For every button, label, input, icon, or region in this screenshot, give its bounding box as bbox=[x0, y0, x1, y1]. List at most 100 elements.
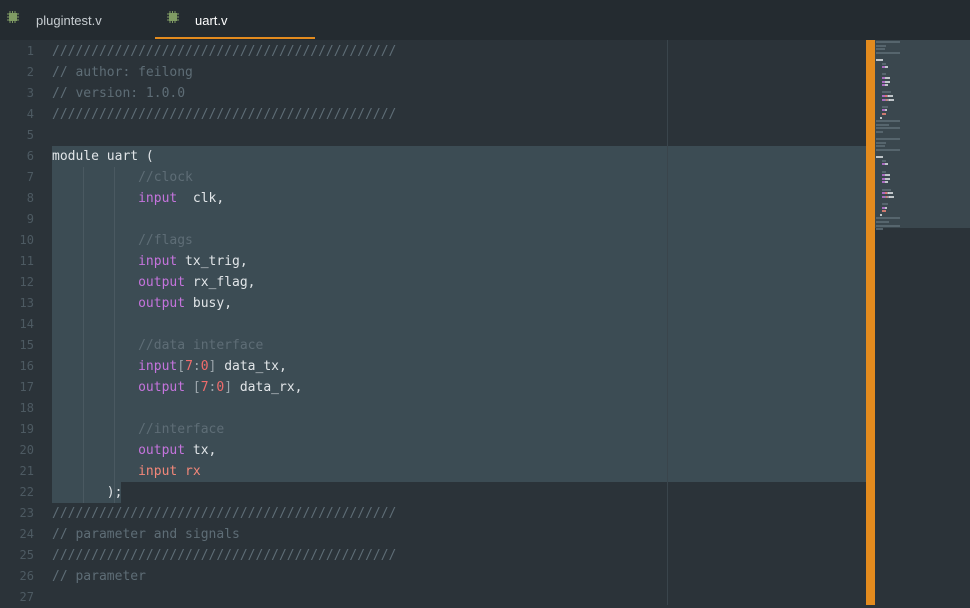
code-token: //data interface bbox=[138, 338, 264, 353]
code-text: //interface bbox=[52, 419, 224, 440]
code-text: output [7:0] data_rx, bbox=[52, 377, 302, 398]
code-token: module bbox=[52, 149, 99, 164]
chip-icon bbox=[167, 11, 179, 23]
minimap-line bbox=[882, 63, 886, 65]
code-text: // parameter and signals bbox=[52, 524, 240, 545]
minimap-line bbox=[880, 214, 882, 216]
code-token: // author: feilong bbox=[52, 65, 193, 80]
line-number: 24 bbox=[19, 527, 34, 541]
tab-bar: plugintest.v uart.v bbox=[0, 0, 970, 40]
code-token: ////////////////////////////////////////… bbox=[52, 107, 397, 122]
code-line: 17 output [7:0] data_rx, bbox=[0, 377, 866, 398]
minimap-line bbox=[876, 45, 886, 47]
line-number: 19 bbox=[19, 422, 34, 436]
wrap-guide bbox=[667, 40, 668, 605]
minimap-line bbox=[882, 73, 886, 75]
code-token: //clock bbox=[138, 170, 193, 185]
minimap-line bbox=[876, 138, 900, 140]
minimap-line bbox=[876, 225, 900, 227]
code-line: 16 input[7:0] data_tx, bbox=[0, 356, 866, 377]
minimap[interactable] bbox=[875, 40, 970, 605]
code-text: //clock bbox=[52, 167, 193, 188]
line-number: 21 bbox=[19, 464, 34, 478]
minimap-line bbox=[882, 171, 886, 173]
code-token: // parameter and signals bbox=[52, 527, 240, 542]
code-token: clk, bbox=[177, 191, 225, 206]
minimap-viewport[interactable] bbox=[875, 40, 970, 228]
code-text: //data interface bbox=[52, 335, 263, 356]
code-line: 10 //flags bbox=[0, 230, 866, 251]
code-token: output bbox=[138, 275, 186, 290]
minimap-line bbox=[876, 131, 883, 133]
code-token: data_rx, bbox=[232, 380, 303, 395]
tab-label: plugintest.v bbox=[36, 12, 102, 28]
code-line: 25 //////////////////////////////////////… bbox=[0, 545, 866, 566]
code-text: // parameter bbox=[52, 566, 146, 587]
code-line: 3 // version: 1.0.0 bbox=[0, 83, 866, 104]
minimap-line bbox=[885, 163, 888, 165]
minimap-line bbox=[876, 145, 885, 147]
code-editor[interactable]: 1 ///////////////////////////////////////… bbox=[0, 40, 866, 605]
code-token: ////////////////////////////////////////… bbox=[52, 548, 397, 563]
code-line: 26 // parameter bbox=[0, 566, 866, 587]
minimap-line bbox=[888, 192, 893, 194]
minimap-line bbox=[876, 149, 900, 151]
line-number: 10 bbox=[19, 233, 34, 247]
minimap-line bbox=[876, 48, 885, 50]
minimap-line bbox=[885, 174, 890, 176]
code-token: rx_flag, bbox=[185, 275, 256, 290]
code-token: output bbox=[138, 380, 186, 395]
line-number: 2 bbox=[26, 65, 34, 79]
line-number: 11 bbox=[19, 254, 34, 268]
code-line: 15 //data interface bbox=[0, 335, 866, 356]
minimap-line bbox=[882, 210, 886, 212]
code-line: 2 // author: feilong bbox=[0, 62, 866, 83]
code-text: module uart ( bbox=[52, 146, 154, 167]
code-text: //flags bbox=[52, 230, 193, 251]
line-number: 8 bbox=[26, 191, 34, 205]
code-token: output bbox=[138, 443, 186, 458]
code-token: tx, bbox=[185, 443, 217, 458]
code-line: 14 bbox=[0, 314, 866, 335]
line-number: 7 bbox=[26, 170, 34, 184]
code-token: 7 bbox=[200, 380, 209, 395]
minimap-line bbox=[885, 207, 887, 209]
code-token: input bbox=[138, 359, 178, 374]
line-number: 22 bbox=[19, 485, 34, 499]
code-line: 7 //clock bbox=[0, 167, 866, 188]
minimap-line bbox=[885, 66, 888, 68]
code-token: input bbox=[138, 191, 178, 206]
tab-uart[interactable]: uart.v bbox=[155, 0, 315, 40]
code-line: 23 //////////////////////////////////////… bbox=[0, 503, 866, 524]
code-text: input tx_trig, bbox=[52, 251, 248, 272]
code-text: // version: 1.0.0 bbox=[52, 83, 185, 104]
line-number: 13 bbox=[19, 296, 34, 310]
line-number: 1 bbox=[26, 44, 34, 58]
minimap-line bbox=[882, 203, 888, 205]
tab-plugintest[interactable]: plugintest.v bbox=[0, 0, 150, 40]
code-token: //flags bbox=[138, 233, 193, 248]
minimap-line bbox=[882, 91, 891, 93]
minimap-line bbox=[876, 217, 900, 219]
code-token: // parameter bbox=[52, 569, 146, 584]
code-token: input rx bbox=[138, 464, 201, 479]
minimap-line bbox=[885, 81, 890, 83]
code-token: input bbox=[138, 254, 178, 269]
minimap-line bbox=[885, 109, 887, 111]
code-line: 22 ); bbox=[0, 482, 866, 503]
code-text: ////////////////////////////////////////… bbox=[52, 545, 396, 566]
line-number: 14 bbox=[19, 317, 34, 331]
scrollbar[interactable] bbox=[866, 40, 875, 605]
minimap-line bbox=[889, 196, 894, 198]
line-number: 15 bbox=[19, 338, 34, 352]
code-line: 4 ///////////////////////////////////////… bbox=[0, 104, 866, 125]
code-line: 19 //interface bbox=[0, 419, 866, 440]
minimap-line bbox=[876, 120, 900, 122]
code-line: 8 input clk, bbox=[0, 188, 866, 209]
